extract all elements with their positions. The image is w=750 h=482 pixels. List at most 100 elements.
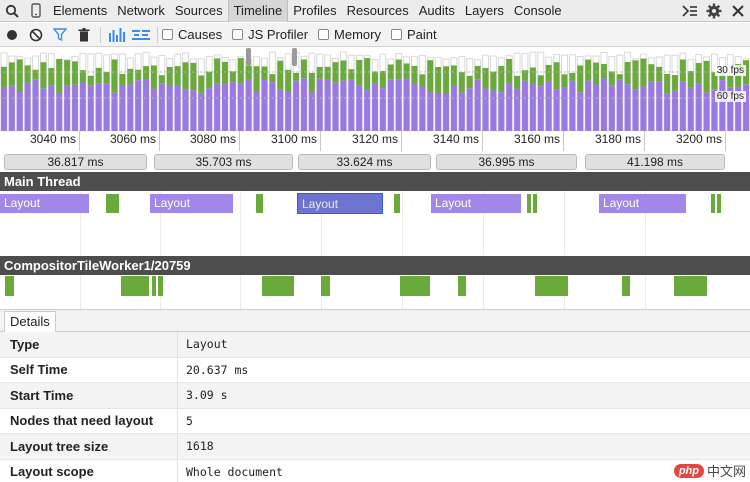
frame-bar-rendering	[672, 90, 678, 131]
frame-bar-painting	[616, 74, 623, 80]
frame-bar-painting	[24, 65, 31, 83]
inspect-search-icon[interactable]	[0, 0, 24, 22]
checkbox-box[interactable]	[318, 29, 330, 40]
raster-task[interactable]	[321, 276, 330, 296]
raster-task[interactable]	[400, 276, 430, 296]
frame-bar-painting	[166, 66, 173, 86]
raster-task[interactable]	[5, 276, 14, 296]
frame-duration[interactable]: 33.624 ms	[298, 154, 431, 170]
details-row: Layout tree size 1618	[0, 434, 750, 460]
raster-task[interactable]	[674, 276, 707, 296]
layout-event[interactable]: Layout	[599, 194, 686, 213]
frame-bar-rendering	[395, 79, 402, 131]
tab-profiles[interactable]: Profiles	[288, 0, 341, 22]
frame-bar-rendering	[143, 79, 149, 131]
details-value: Whole document	[186, 464, 283, 479]
compositor-thread-header[interactable]: CompositorTileWorker1/20759	[0, 256, 750, 275]
frame-bar-painting	[553, 62, 560, 90]
raster-task[interactable]	[622, 276, 630, 296]
frame-bar-rendering	[624, 84, 631, 131]
tab-console[interactable]: Console	[509, 0, 567, 22]
frame-duration[interactable]: 35.703 ms	[154, 154, 293, 170]
checkbox-box[interactable]	[232, 29, 244, 40]
device-mode-icon[interactable]	[24, 0, 48, 22]
frame-duration[interactable]: 36.995 ms	[436, 154, 577, 170]
frame-bar-painting	[498, 65, 505, 93]
raster-task[interactable]	[158, 276, 163, 296]
trash-icon[interactable]	[72, 23, 96, 47]
tab-layers[interactable]: Layers	[460, 0, 509, 22]
frame-bar-rendering	[308, 91, 315, 131]
paint-event[interactable]	[717, 194, 721, 213]
memory-checkbox[interactable]: Memory	[318, 27, 381, 42]
raster-task[interactable]	[262, 276, 294, 296]
js-profiler-checkbox[interactable]: JS Profiler	[232, 27, 308, 42]
frame-bar-painting	[656, 66, 663, 82]
paint-checkbox[interactable]: Paint	[391, 27, 437, 42]
frame-bar-rendering	[72, 84, 78, 131]
record-button[interactable]	[0, 23, 24, 47]
paint-event[interactable]	[711, 194, 715, 213]
checkbox-box[interactable]	[391, 29, 402, 40]
frame-bar-painting	[48, 68, 55, 86]
tab-details[interactable]: Details	[4, 311, 56, 332]
frame-bar-rendering	[158, 83, 165, 131]
main-thread-header[interactable]: Main Thread	[0, 172, 750, 191]
tab-network[interactable]: Network	[112, 0, 170, 22]
paint-event[interactable]	[394, 194, 400, 213]
checkbox-box[interactable]	[162, 29, 173, 40]
grid-line	[80, 275, 81, 309]
frame-duration[interactable]: 41.198 ms	[585, 154, 725, 170]
close-devtools-icon[interactable]	[726, 0, 750, 22]
paint-event[interactable]	[256, 194, 263, 213]
layout-event[interactable]: Layout	[431, 194, 521, 213]
settings-gear-icon[interactable]	[702, 0, 726, 22]
frame-bar-painting	[395, 59, 402, 80]
tab-timeline[interactable]: Timeline	[227, 0, 289, 22]
clear-button[interactable]	[24, 23, 48, 47]
frame-bar-rendering	[166, 85, 173, 131]
frame-bar-rendering	[664, 93, 671, 131]
flame-chart-icon[interactable]	[129, 23, 153, 47]
frame-bar-painting	[379, 70, 386, 89]
frame-bar-rendering	[56, 93, 63, 131]
frame-bar-painting	[561, 74, 568, 88]
console-drawer-icon[interactable]	[678, 0, 702, 22]
frame-bar-painting	[253, 66, 260, 92]
raster-task[interactable]	[121, 276, 149, 296]
tab-sources[interactable]: Sources	[170, 0, 228, 22]
frame-bar-painting	[151, 65, 157, 89]
paint-event[interactable]	[533, 194, 537, 213]
layout-event[interactable]: Layout	[0, 194, 89, 213]
frame-bar-painting	[158, 75, 165, 84]
frame-bar-painting	[672, 75, 678, 91]
frame-bar-painting	[308, 72, 315, 92]
frames-bar: 36.817 ms 35.703 ms 33.624 ms 36.995 ms …	[0, 153, 750, 172]
overview-right-handle[interactable]	[292, 48, 297, 66]
layout-event[interactable]: Layout	[150, 194, 233, 213]
tab-audits[interactable]: Audits	[414, 0, 460, 22]
frame-bar-painting	[214, 58, 221, 84]
raster-task[interactable]	[535, 276, 568, 296]
raster-task[interactable]	[458, 276, 466, 296]
tab-resources[interactable]: Resources	[342, 0, 414, 22]
layout-event-selected[interactable]: Layout	[297, 193, 383, 214]
frame-bar-rendering	[466, 88, 473, 131]
frame-bar-painting	[403, 63, 410, 79]
paint-event[interactable]	[527, 194, 531, 213]
devtools-tab-bar: Elements Network Sources Timeline Profil…	[0, 0, 750, 22]
frame-bar-painting	[340, 60, 347, 81]
frames-view-icon[interactable]	[105, 23, 129, 47]
frame-duration[interactable]: 36.817 ms	[4, 154, 147, 170]
timeline-overview[interactable]: 30 fps 60 fps	[0, 48, 750, 139]
overview-left-handle[interactable]	[246, 48, 251, 66]
tab-elements[interactable]: Elements	[48, 0, 112, 22]
frame-bar-painting	[206, 71, 213, 89]
frame-bar-rendering	[32, 79, 39, 131]
raster-task[interactable]	[152, 276, 156, 296]
paint-event[interactable]	[106, 194, 119, 213]
filter-icon[interactable]	[48, 23, 72, 47]
grid-line	[483, 275, 484, 309]
ruler-tick: 3060 ms	[80, 131, 160, 151]
causes-checkbox[interactable]: Causes	[162, 27, 222, 42]
